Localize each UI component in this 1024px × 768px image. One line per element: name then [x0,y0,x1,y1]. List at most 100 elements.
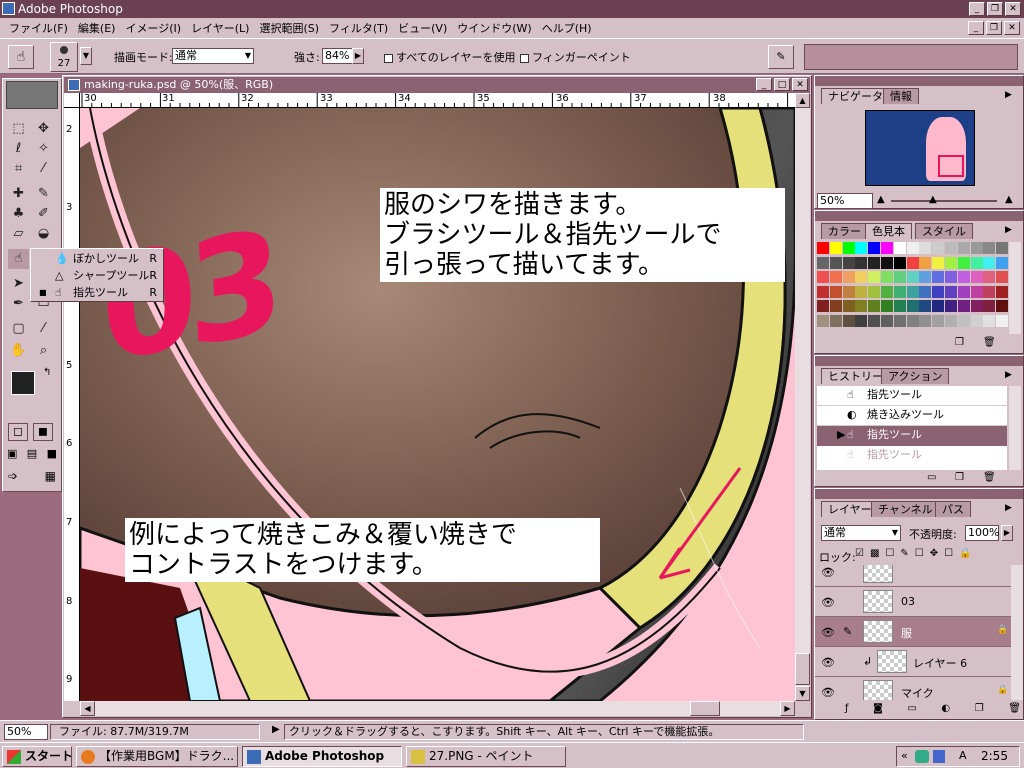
vertical-scrollbar[interactable]: ▲ ▼ [795,93,810,701]
layer-style-icon[interactable]: ƒ [845,703,849,714]
color-swatch[interactable] [957,271,970,283]
color-swatch[interactable] [957,314,970,327]
layer-row[interactable]: 👁 マイク 🔒 [815,677,1011,700]
zoom-in-icon[interactable]: ▲ [1005,194,1013,205]
all-layers-check[interactable] [384,53,393,63]
stamp-tool-icon[interactable]: ♣ [8,204,29,224]
finger-paint-checkbox[interactable]: フィンガーペイント [520,49,631,65]
quickmask-mode-icon[interactable]: ◼ [33,423,53,441]
visibility-eye-icon[interactable]: 👁 [821,566,835,579]
screen-mode-full-icon[interactable]: ■ [47,447,57,465]
color-swatch[interactable] [817,242,829,254]
swap-colors-icon[interactable]: ↰ [43,367,51,378]
panel-titlebar[interactable] [815,356,1023,366]
color-swatch[interactable] [855,285,868,298]
new-layer-icon[interactable]: ❐ [975,703,984,714]
color-swatch[interactable] [893,271,906,283]
color-swatch[interactable] [893,314,906,327]
color-swatch[interactable] [881,300,893,312]
color-swatch[interactable] [919,285,932,298]
color-swatch[interactable] [817,285,829,298]
color-swatch[interactable] [970,242,983,254]
color-swatch[interactable] [906,300,919,312]
opacity-arrow-icon[interactable]: ▶ [1001,525,1013,541]
history-item[interactable]: ◐ 焼き込みツール [817,406,1007,426]
panel-menu-icon[interactable]: ▶ [1005,503,1012,513]
swatch-scrollbar[interactable] [1009,242,1021,334]
standard-mode-icon[interactable]: ◻ [8,423,28,441]
visibility-eye-icon[interactable]: 👁 [821,656,835,669]
status-zoom-input[interactable]: 50% [4,724,48,740]
visibility-eye-icon[interactable]: 👁 [821,626,835,639]
scroll-down-icon[interactable]: ▼ [795,686,810,701]
color-swatch[interactable] [881,256,893,269]
navigator-zoom-input[interactable]: 50% [817,193,873,209]
tab-info[interactable]: 情報 [883,88,919,104]
tab-channels[interactable]: チャンネル [871,501,940,517]
history-item[interactable]: ☝ 指先ツール [817,386,1007,406]
color-swatch[interactable] [881,242,893,254]
color-swatch[interactable] [983,271,996,283]
screen-mode-standard-icon[interactable]: ▣ [7,447,17,465]
menu-view[interactable]: ビュー(V) [393,20,452,36]
color-swatch[interactable] [817,314,829,327]
doc-close-button[interactable]: ✕ [1004,21,1020,35]
trash-icon[interactable]: 🗑 [1008,703,1021,714]
foreground-color-swatch[interactable] [11,371,35,395]
eyedropper-tool-icon[interactable]: ⁄ [33,319,54,339]
color-swatch[interactable] [983,242,996,254]
close-button[interactable]: ✕ [1005,2,1021,16]
layer-row[interactable]: 👁 03 [815,587,1011,617]
network-icon[interactable] [915,750,929,763]
doc-win-maximize-button[interactable]: □ [774,78,790,91]
color-swatch[interactable] [829,300,842,312]
ruler-vertical[interactable]: 2 3 4 5 6 7 8 9 [64,108,80,701]
color-swatch[interactable] [957,242,970,254]
tab-color[interactable]: カラー [821,223,868,239]
color-swatch[interactable] [983,285,996,298]
move-tool-icon[interactable]: ✥ [33,119,54,139]
history-item-undone[interactable]: ☝ 指先ツール [817,446,1007,466]
color-swatch[interactable] [893,300,906,312]
color-swatch[interactable] [919,256,932,269]
color-swatch[interactable] [842,271,855,283]
doc-win-minimize-button[interactable]: _ [756,78,772,91]
trash-icon[interactable]: 🗑 [983,472,996,483]
menu-edit[interactable]: 編集(E) [73,20,121,36]
magic-wand-tool-icon[interactable]: ✧ [33,139,54,159]
vertical-scroll-thumb[interactable] [795,653,810,685]
flyout-blur-tool[interactable]: 💧 ぼかしツール R [31,250,163,267]
scroll-left-icon[interactable]: ◀ [80,701,95,716]
hand-tool-icon[interactable]: ✋ [8,341,29,361]
finger-paint-check[interactable] [520,53,529,63]
tab-navigator[interactable]: ナビゲータ [821,88,890,104]
color-swatch[interactable] [817,300,829,312]
color-swatch[interactable] [945,242,957,254]
color-swatch[interactable] [957,285,970,298]
navigator-preview[interactable] [865,110,975,186]
color-swatch[interactable] [893,285,906,298]
layers-scrollbar[interactable] [1011,565,1023,700]
color-swatch[interactable] [932,300,945,312]
visibility-eye-icon[interactable]: 👁 [821,686,835,699]
doc-win-close-button[interactable]: ✕ [792,78,808,91]
color-swatch[interactable] [983,256,996,269]
healing-brush-tool-icon[interactable]: ✚ [8,184,29,204]
layer-blend-mode-select[interactable]: 通常 ▼ [821,525,901,541]
color-swatch[interactable] [855,300,868,312]
new-snapshot-icon[interactable]: ❐ [955,472,964,483]
color-swatch[interactable] [970,285,983,298]
menu-select[interactable]: 選択範囲(S) [254,20,324,36]
doc-minimize-button[interactable]: _ [968,21,984,35]
crop-tool-icon[interactable]: ⌗ [8,159,29,179]
menu-filter[interactable]: フィルタ(T) [324,20,393,36]
color-swatch[interactable] [906,256,919,269]
status-arrow-icon[interactable]: ▶ [272,724,280,735]
lock-image-checkbox[interactable]: ☐ [885,548,894,559]
color-swatch[interactable] [906,242,919,254]
color-swatch[interactable] [970,314,983,327]
tab-history[interactable]: ヒストリー [821,368,890,384]
color-swatch[interactable] [817,256,829,269]
horizontal-scrollbar[interactable]: ◀ ▶ [80,701,795,716]
color-swatch[interactable] [893,242,906,254]
